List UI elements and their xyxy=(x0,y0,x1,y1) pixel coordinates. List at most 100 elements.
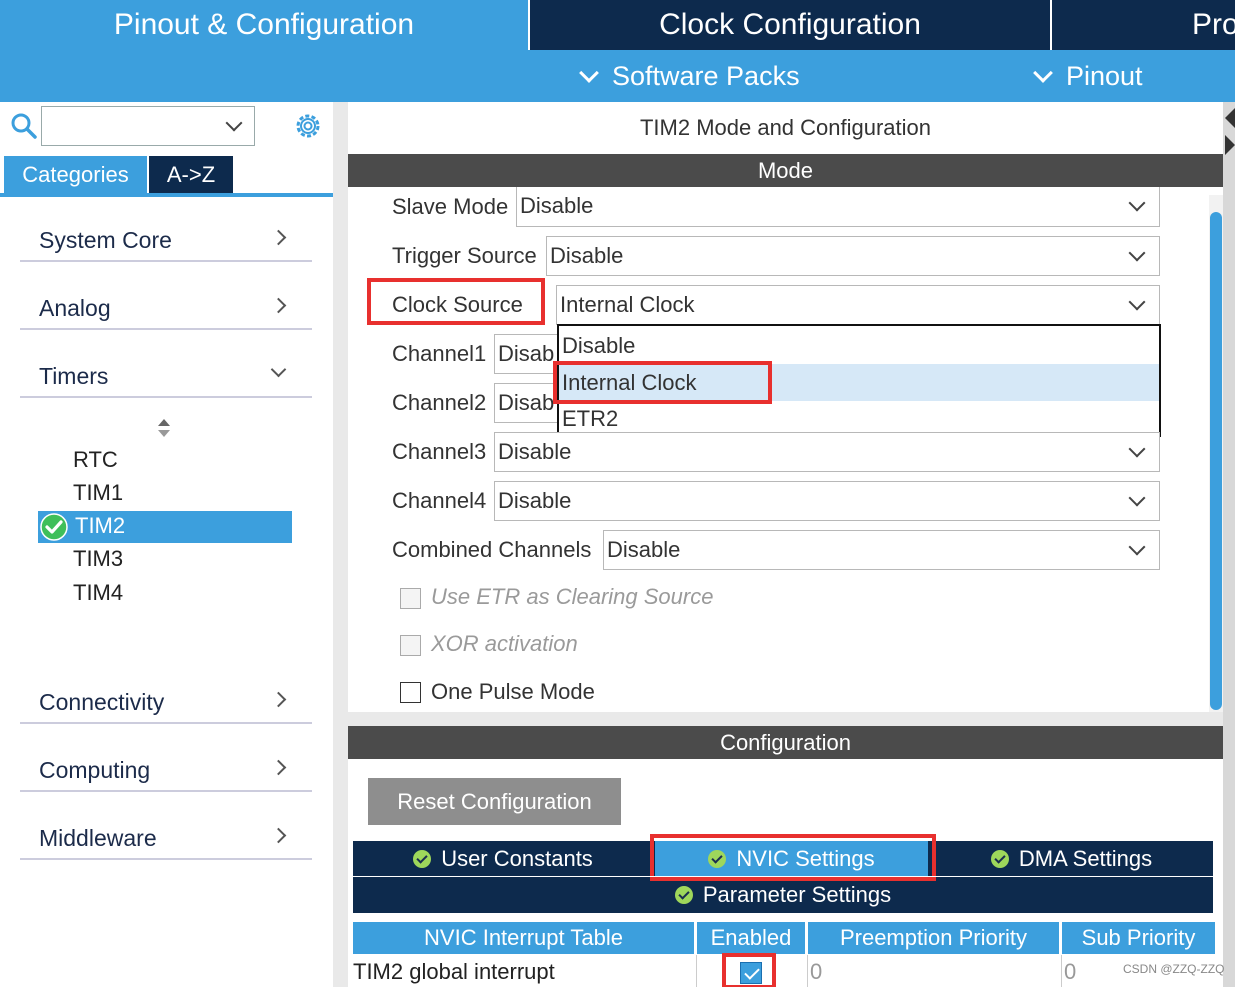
combined-channels-label: Combined Channels xyxy=(392,537,592,562)
search-icon[interactable] xyxy=(10,112,38,140)
chevron-down-icon xyxy=(1033,63,1053,83)
interrupt-name-cell: TIM2 global interrupt xyxy=(353,959,555,984)
highlight-box xyxy=(553,361,772,404)
mode-header: Mode xyxy=(348,154,1223,187)
option-disable[interactable]: Disable xyxy=(559,327,1159,364)
select-value: Disable xyxy=(498,439,572,464)
trigger-source-select[interactable]: Disable xyxy=(546,236,1160,276)
select-value: Disable xyxy=(520,193,594,218)
category-system-core[interactable]: System Core xyxy=(20,220,312,262)
select-value: Disable xyxy=(550,243,624,268)
category-middleware[interactable]: Middleware xyxy=(20,818,312,860)
select-value: Disab xyxy=(498,390,555,415)
highlight-box xyxy=(650,834,936,881)
tab-label: User Constants xyxy=(441,846,593,871)
combined-channels-select[interactable]: Disable xyxy=(603,530,1160,570)
tab-categories[interactable]: Categories xyxy=(4,156,147,193)
tab-pinout-configuration[interactable]: Pinout & Configuration xyxy=(0,0,528,50)
select-value: Disab xyxy=(498,341,555,366)
tab-project-manager[interactable]: Pro xyxy=(1052,0,1235,50)
sub-priority-cell[interactable]: 0 xyxy=(1064,955,1076,987)
panel-splitter[interactable] xyxy=(333,102,348,987)
timer-item-tim2[interactable]: TIM2 xyxy=(75,511,125,541)
timer-item-rtc[interactable]: RTC xyxy=(73,445,118,475)
pinout-menu[interactable]: Pinout xyxy=(1033,50,1143,102)
chevron-down-icon xyxy=(1128,489,1146,507)
highlight-box xyxy=(367,278,545,325)
etr-clearing-label: Use ETR as Clearing Source xyxy=(431,584,714,609)
column-header[interactable]: Enabled xyxy=(697,922,805,954)
software-packs-menu[interactable]: Software Packs xyxy=(579,50,800,102)
chevron-down-icon xyxy=(270,361,287,378)
select-value: Disable xyxy=(607,537,681,562)
tab-label: Parameter Settings xyxy=(702,882,892,907)
chevron-right-icon xyxy=(270,827,287,844)
one-pulse-mode-label: One Pulse Mode xyxy=(431,679,595,704)
category-label: Middleware xyxy=(39,825,157,851)
chevron-down-icon xyxy=(1128,244,1146,262)
etr-clearing-checkbox xyxy=(400,588,421,609)
channel4-label: Channel4 xyxy=(392,488,487,513)
timer-item-tim1[interactable]: TIM1 xyxy=(73,478,123,508)
right-collapse-strip[interactable] xyxy=(1223,102,1235,987)
preemption-priority-cell[interactable]: 0 xyxy=(810,955,822,987)
trigger-source-label: Trigger Source xyxy=(392,243,537,268)
category-label: Computing xyxy=(39,757,151,783)
column-header[interactable]: NVIC Interrupt Table xyxy=(353,922,694,954)
channel2-label: Channel2 xyxy=(392,390,487,415)
channel3-label: Channel3 xyxy=(392,439,487,464)
channel3-select[interactable]: Disable xyxy=(494,432,1160,472)
category-computing[interactable]: Computing xyxy=(20,750,312,792)
gear-icon[interactable] xyxy=(293,111,323,141)
scrollbar-thumb[interactable] xyxy=(1210,212,1222,710)
cell-divider xyxy=(696,955,697,987)
slave-mode-select[interactable]: Disable xyxy=(516,187,1160,227)
tab-parameter-settings[interactable]: Parameter Settings xyxy=(353,877,1213,912)
category-connectivity[interactable]: Connectivity xyxy=(20,682,312,724)
expand-right-icon[interactable] xyxy=(1225,135,1235,155)
check-circle-icon xyxy=(674,886,693,904)
category-label: Timers xyxy=(39,363,109,389)
clock-source-select[interactable]: Internal Clock xyxy=(556,285,1160,325)
chevron-right-icon xyxy=(270,297,287,314)
column-header[interactable]: Preemption Priority xyxy=(808,922,1059,954)
column-header[interactable]: Sub Priority xyxy=(1062,922,1215,954)
cell-divider xyxy=(807,955,808,987)
channel1-select[interactable]: Disab xyxy=(494,334,560,374)
timer-item-tim4[interactable]: TIM4 xyxy=(73,578,123,608)
reset-configuration-button[interactable]: Reset Configuration xyxy=(368,778,621,825)
collapse-left-icon[interactable] xyxy=(1225,108,1235,128)
sub-toolbar: Software Packs Pinout xyxy=(0,50,1235,102)
highlight-box xyxy=(722,953,776,987)
search-combobox[interactable] xyxy=(41,106,255,146)
chevron-down-icon xyxy=(1128,440,1146,458)
category-analog[interactable]: Analog xyxy=(20,288,312,330)
tab-clock-configuration[interactable]: Clock Configuration xyxy=(530,0,1050,50)
xor-activation-checkbox xyxy=(400,635,421,656)
sort-icon[interactable] xyxy=(157,418,171,438)
tab-dma-settings[interactable]: DMA Settings xyxy=(930,841,1213,876)
timer-item-tim3[interactable]: TIM3 xyxy=(73,544,123,574)
channel1-label: Channel1 xyxy=(392,341,487,366)
cell-divider xyxy=(1061,955,1062,987)
chevron-down-icon xyxy=(1128,538,1146,556)
section-gap xyxy=(348,712,1223,726)
category-timers[interactable]: Timers xyxy=(20,356,312,398)
chevron-right-icon xyxy=(270,691,287,708)
chevron-down-icon xyxy=(1128,293,1146,311)
chevron-down-icon[interactable] xyxy=(225,114,243,132)
pinout-label: Pinout xyxy=(1066,61,1143,91)
one-pulse-mode-checkbox[interactable] xyxy=(400,682,421,703)
check-circle-icon xyxy=(990,850,1009,868)
channel2-select[interactable]: Disab xyxy=(494,383,560,423)
tab-user-constants[interactable]: User Constants xyxy=(353,841,653,876)
page-title: TIM2 Mode and Configuration xyxy=(348,102,1223,154)
check-circle-icon xyxy=(40,513,68,541)
watermark: CSDN @ZZQ-ZZQ xyxy=(1123,962,1225,976)
tab-underline xyxy=(0,193,333,197)
category-label: Analog xyxy=(39,295,111,321)
software-packs-label: Software Packs xyxy=(612,61,800,91)
channel4-select[interactable]: Disable xyxy=(494,481,1160,521)
chevron-down-icon xyxy=(1128,194,1146,212)
tab-a-to-z[interactable]: A->Z xyxy=(149,156,233,193)
